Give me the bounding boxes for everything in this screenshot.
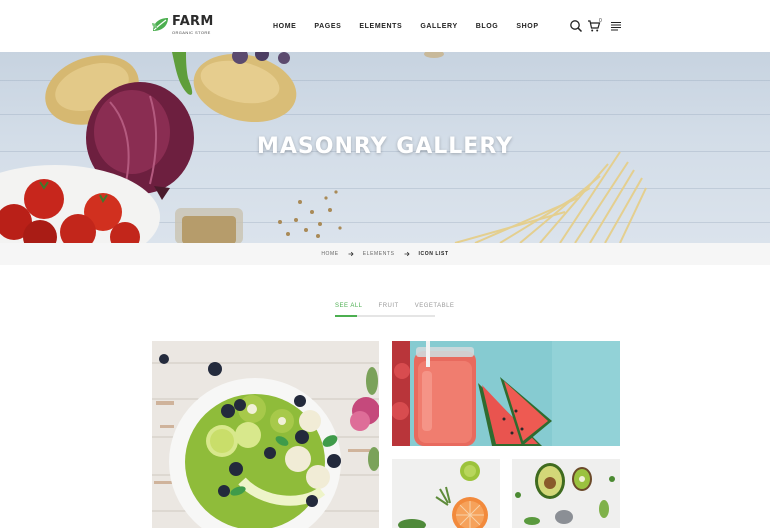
watermelon-juice-image — [392, 341, 620, 446]
tab-fruit[interactable]: FRUIT — [379, 302, 399, 316]
leaf-icon — [152, 18, 168, 31]
tab-vegetable[interactable]: VEGETABLE — [415, 302, 455, 316]
gallery-item-avocado[interactable] — [512, 459, 620, 528]
hero-banner: MASONRY GALLERY — [0, 52, 770, 243]
active-tab-indicator — [335, 315, 357, 317]
arrow-right-icon — [348, 251, 354, 257]
brand-tagline: ORGANIC STORE — [172, 30, 211, 35]
search-icon[interactable] — [569, 19, 583, 33]
gallery-item-smoothie-bowl[interactable] — [152, 341, 379, 528]
logo[interactable]: FARM ORGANIC STORE — [151, 13, 215, 39]
gallery-filter-tabs: SEE ALL FRUIT VEGETABLE — [335, 302, 470, 316]
nav-item-home[interactable]: HOME — [273, 22, 296, 32]
cart-count-badge: 0 — [599, 18, 602, 24]
nav-item-shop[interactable]: SHOP — [516, 22, 538, 32]
nav-item-elements[interactable]: ELEMENTS — [359, 22, 402, 32]
breadcrumb-elements[interactable]: ELEMENTS — [363, 250, 395, 258]
nav-item-gallery[interactable]: GALLERY — [420, 22, 457, 32]
tab-see-all[interactable]: SEE ALL — [335, 302, 363, 316]
site-header: FARM ORGANIC STORE HOME PAGES ELEMENTS G… — [0, 0, 770, 52]
menu-icon[interactable] — [609, 19, 623, 33]
gallery-item-watermelon-juice[interactable] — [392, 341, 620, 446]
smoothie-bowl-image — [152, 341, 379, 528]
grapefruit-image — [392, 459, 500, 528]
arrow-right-icon — [404, 251, 410, 257]
breadcrumb-current: ICON LIST — [418, 251, 449, 257]
brand-name: FARM — [172, 14, 214, 29]
breadcrumb: HOME ELEMENTS ICON LIST — [0, 243, 770, 265]
avocado-image — [512, 459, 620, 528]
gallery-item-grapefruit[interactable] — [392, 459, 500, 528]
nav-item-pages[interactable]: PAGES — [314, 22, 341, 32]
breadcrumb-home[interactable]: HOME — [321, 250, 338, 258]
nav-item-blog[interactable]: BLOG — [476, 22, 499, 32]
main-nav: HOME PAGES ELEMENTS GALLERY BLOG SHOP — [273, 22, 557, 32]
page-title: MASONRY GALLERY — [256, 134, 514, 159]
